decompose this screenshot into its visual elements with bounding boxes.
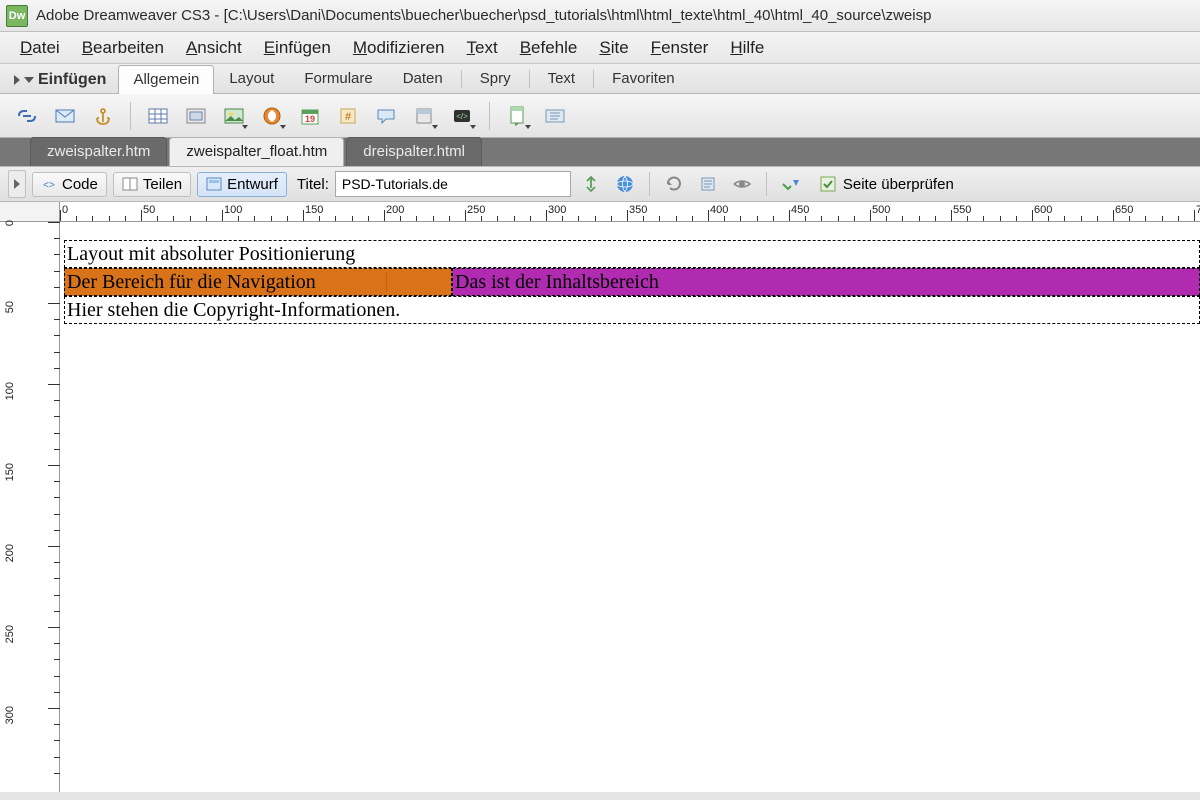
titlebar: Dw Adobe Dreamweaver CS3 - [C:\Users\Dan… [0,0,1200,32]
document-tab[interactable]: zweispalter_float.htm [169,137,344,166]
text-cursor [386,272,387,292]
document-toolbar: <> Code Teilen Entwurf Titel: Seite über… [0,166,1200,202]
server-side-include-icon[interactable]: # [331,100,365,132]
triangle-down-icon [24,77,34,83]
menubar: DateiBearbeitenAnsichtEinfügenModifizier… [0,32,1200,64]
svg-text:<>: <> [43,180,55,191]
head-icon[interactable] [407,100,441,132]
menu-ite[interactable]: Site [589,34,638,62]
separator [130,102,131,130]
separator [649,172,650,196]
svg-text:19: 19 [305,114,315,124]
horizontal-ruler[interactable]: 0501001502002503003504004505005506006507… [60,202,1200,221]
document-tab[interactable]: dreispalter.html [346,137,482,166]
svg-text:</>: </> [456,112,468,121]
expand-panel-button[interactable] [8,170,26,198]
document-tabs: zweispalter.htmzweispalter_float.htmdrei… [0,138,1200,166]
insert-collapse-toggle[interactable]: Einfügen [8,67,112,93]
insert-label: Einfügen [38,71,106,89]
design-canvas[interactable]: Layout mit absoluter Positionierung Der … [60,222,1200,792]
menu-atei[interactable]: Datei [10,34,70,62]
layout-nav-block[interactable]: Der Bereich für die Navigation [64,268,452,296]
menu-enster[interactable]: Fenster [641,34,719,62]
layout-footer-block[interactable]: Hier stehen die Copyright-Informationen. [64,296,1200,324]
titlebar-text: Adobe Dreamweaver CS3 - [C:\Users\Dani\D… [36,7,931,24]
code-view-button[interactable]: <> Code [32,172,107,197]
ruler-corner [0,202,60,221]
insert-category-bar: Einfügen AllgemeinLayoutFormulareDatenSp… [0,64,1200,94]
insert-toolbar: 19 # </> [0,94,1200,138]
validate-icon[interactable] [777,171,805,197]
menu-ilfe[interactable]: Hilfe [720,34,774,62]
category-tab-text[interactable]: Text [533,64,591,93]
category-tab-favoriten[interactable]: Favoriten [597,64,690,93]
menu-ext[interactable]: Text [457,34,508,62]
email-link-icon[interactable] [48,100,82,132]
layout-content-block[interactable]: Das ist der Inhaltsbereich [452,268,1200,296]
view-options-icon[interactable] [694,171,722,197]
separator [766,172,767,196]
date-icon[interactable]: 19 [293,100,327,132]
separator [593,70,594,88]
category-tab-spry[interactable]: Spry [465,64,526,93]
design-view-button[interactable]: Entwurf [197,172,287,197]
check-page-button[interactable]: Seite überprüfen [811,172,962,196]
menu-odifizieren[interactable]: Modifizieren [343,34,455,62]
hyperlink-icon[interactable] [10,100,44,132]
insert-div-icon[interactable] [179,100,213,132]
code-icon: <> [41,177,57,191]
category-tab-daten[interactable]: Daten [388,64,458,93]
menu-efehle[interactable]: Befehle [510,34,588,62]
separator [461,70,462,88]
comment-icon[interactable] [369,100,403,132]
preview-browser-icon[interactable] [611,171,639,197]
document-tab[interactable]: zweispalter.htm [30,137,167,166]
split-icon [122,177,138,191]
menu-infügen[interactable]: Einfügen [254,34,341,62]
image-icon[interactable] [217,100,251,132]
visual-aids-icon[interactable] [728,171,756,197]
triangle-right-icon [14,75,20,85]
app-icon: Dw [6,5,28,27]
svg-text:#: # [345,111,351,123]
refresh-icon[interactable] [660,171,688,197]
layout-header-block[interactable]: Layout mit absoluter Positionierung [64,240,1200,268]
category-tab-allgemein[interactable]: Allgemein [118,65,214,94]
named-anchor-icon[interactable] [86,100,120,132]
file-management-icon[interactable] [577,171,605,197]
horizontal-ruler-row: 0501001502002503003504004505005506006507… [0,202,1200,222]
canvas-area: 050100150200250300 Layout mit absoluter … [0,222,1200,792]
design-icon [206,177,222,191]
split-view-button[interactable]: Teilen [113,172,191,197]
menu-earbeiten[interactable]: Bearbeiten [72,34,174,62]
table-icon[interactable] [141,100,175,132]
templates-icon[interactable] [500,100,534,132]
media-icon[interactable] [255,100,289,132]
menu-nsicht[interactable]: Ansicht [176,34,252,62]
title-input[interactable] [335,171,571,197]
title-label: Titel: [297,176,329,193]
check-page-icon [819,175,837,193]
category-tab-formulare[interactable]: Formulare [289,64,387,93]
tag-chooser-icon[interactable] [538,100,572,132]
separator [529,70,530,88]
script-icon[interactable]: </> [445,100,479,132]
category-tab-layout[interactable]: Layout [214,64,289,93]
vertical-ruler[interactable]: 050100150200250300 [0,222,60,792]
separator [489,102,490,130]
